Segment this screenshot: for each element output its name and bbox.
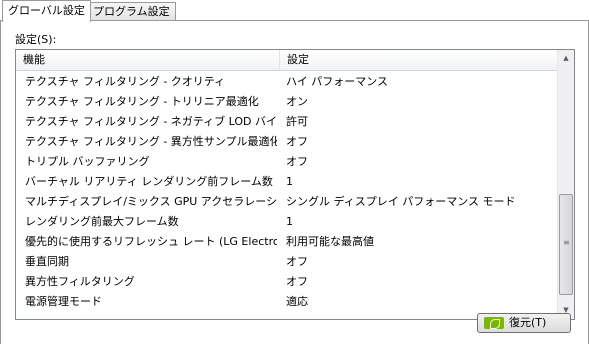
vertical-scrollbar[interactable]: ▲ ≡ ▼ [557, 50, 574, 319]
table-row[interactable]: トリプル バッファリング オフ [16, 152, 559, 172]
feature-cell: テクスチャ フィルタリング - ネガティブ LOD バイアス [25, 115, 277, 128]
setting-cell[interactable]: 1 [286, 172, 556, 192]
setting-cell[interactable]: オフ [286, 132, 556, 152]
setting-cell[interactable]: オン [286, 92, 556, 112]
table-row[interactable]: 垂直同期 オフ [16, 252, 559, 272]
feature-cell: マルチディスプレイ/ミックス GPU アクセラレーション [25, 195, 277, 208]
setting-cell[interactable]: ハイ パフォーマンス [286, 72, 556, 92]
table-row[interactable]: レンダリング前最大フレーム数 1 [16, 212, 559, 232]
feature-cell: テクスチャ フィルタリング - トリリニア最適化 [25, 95, 259, 108]
column-header-setting[interactable]: 設定 [280, 50, 559, 70]
settings-panel: 設定(S): 機能 設定 テクスチャ フィルタリング - クオリティ ハイ パフォ… [0, 21, 589, 344]
restore-button[interactable]: 復元(T) [477, 313, 571, 333]
feature-cell: バーチャル リアリティ レンダリング前フレーム数 [25, 175, 273, 188]
tab-strip: グローバル設定 プログラム設定 [0, 0, 589, 22]
feature-cell: 垂直同期 [25, 255, 69, 268]
tab-program-settings[interactable]: プログラム設定 [87, 2, 176, 21]
table-row[interactable]: テクスチャ フィルタリング - 異方性サンプル最適化 オフ [16, 132, 559, 152]
tab-global-settings[interactable]: グローバル設定 [2, 0, 91, 22]
table-row[interactable]: 優先的に使用するリフレッシュ レート (LG Electronic... 利用可能… [16, 232, 559, 252]
grid-header: 機能 設定 [16, 50, 559, 71]
feature-cell: トリプル バッファリング [25, 155, 150, 168]
table-row[interactable]: 異方性フィルタリング オフ [16, 272, 559, 292]
table-row[interactable]: テクスチャ フィルタリング - トリリニア最適化 オン [16, 92, 559, 112]
scroll-thumb[interactable]: ≡ [559, 194, 573, 295]
feature-cell: テクスチャ フィルタリング - クオリティ [25, 75, 226, 88]
feature-cell: テクスチャ フィルタリング - 異方性サンプル最適化 [25, 135, 277, 148]
table-row[interactable]: バーチャル リアリティ レンダリング前フレーム数 1 [16, 172, 559, 192]
setting-cell[interactable]: 利用可能な最高値 [286, 232, 556, 252]
scroll-up-icon[interactable]: ▲ [558, 50, 574, 67]
setting-cell[interactable]: 1 [286, 212, 556, 232]
feature-cell: 電源管理モード [25, 295, 102, 308]
table-row[interactable]: 電源管理モード 適応 [16, 292, 559, 312]
grid-rows: テクスチャ フィルタリング - クオリティ ハイ パフォーマンス テクスチャ フィル… [16, 72, 559, 312]
nvidia-logo-icon [484, 317, 504, 329]
table-row[interactable]: テクスチャ フィルタリング - ネガティブ LOD バイアス 許可 [16, 112, 559, 132]
feature-cell: 優先的に使用するリフレッシュ レート (LG Electronic... [25, 235, 277, 248]
setting-cell[interactable]: オフ [286, 152, 556, 172]
scroll-grip-icon: ≡ [563, 238, 570, 247]
table-row[interactable]: マルチディスプレイ/ミックス GPU アクセラレーション シングル ディスプレイ … [16, 192, 559, 212]
setting-cell[interactable]: 許可 [286, 112, 556, 132]
feature-cell: レンダリング前最大フレーム数 [25, 215, 179, 228]
setting-cell[interactable]: オフ [286, 272, 556, 292]
feature-cell: 異方性フィルタリング [25, 275, 135, 288]
setting-cell[interactable]: 適応 [286, 292, 556, 312]
table-row[interactable]: テクスチャ フィルタリング - クオリティ ハイ パフォーマンス [16, 72, 559, 92]
settings-grid[interactable]: 機能 設定 テクスチャ フィルタリング - クオリティ ハイ パフォーマンス テクス… [15, 49, 575, 320]
setting-cell[interactable]: オフ [286, 252, 556, 272]
column-header-feature[interactable]: 機能 [16, 50, 280, 70]
restore-button-label: 復元(T) [509, 316, 547, 329]
settings-label: 設定(S): [15, 33, 57, 46]
setting-cell[interactable]: シングル ディスプレイ パフォーマンス モード [286, 192, 556, 212]
